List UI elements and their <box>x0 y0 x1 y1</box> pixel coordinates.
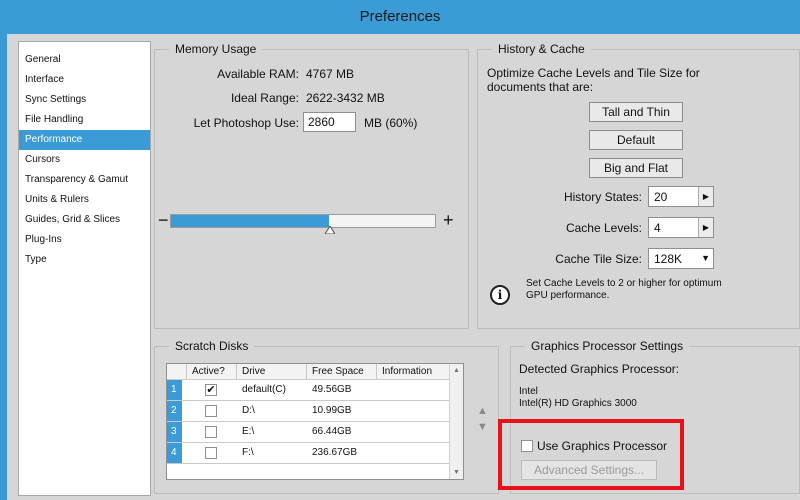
memory-slider-track[interactable] <box>170 214 436 228</box>
memory-increase-button[interactable]: + <box>443 211 454 229</box>
graphics-processor-legend: Graphics Processor Settings <box>525 339 690 354</box>
scratch-disks-group: Scratch Disks Active? Drive Free Space I… <box>154 339 499 494</box>
cache-tile-size-value: 128K <box>654 252 683 266</box>
table-scrollbar[interactable]: ▲ ▼ <box>449 364 463 479</box>
cache-tile-size-select[interactable]: 128K ▼ <box>648 248 714 269</box>
free-space: 236.67GB <box>312 447 358 458</box>
scratch-disks-table: Active? Drive Free Space Information 1 ✔… <box>166 363 464 480</box>
nav-item-sync-settings[interactable]: Sync Settings <box>19 90 150 110</box>
default-button[interactable]: Default <box>589 130 683 150</box>
cache-levels-stepper[interactable]: 4 ▶ <box>648 217 714 238</box>
history-cache-group: History & Cache Optimize Cache Levels an… <box>477 42 800 329</box>
table-header-index <box>167 364 187 380</box>
window-title: Preferences <box>359 8 441 25</box>
memory-usage-group: Memory Usage Available RAM: 4767 MB Idea… <box>154 42 469 329</box>
gpu-model: Intel(R) HD Graphics 3000 <box>519 398 637 409</box>
let-photoshop-use-input[interactable]: 2860 <box>303 112 356 132</box>
tall-and-thin-button[interactable]: Tall and Thin <box>589 102 683 122</box>
table-row[interactable]: 3 E:\ 66.44GB <box>167 422 450 443</box>
drive-name: default(C) <box>242 384 286 395</box>
drive-name: E:\ <box>242 426 255 437</box>
preferences-nav: General Interface Sync Settings File Han… <box>18 41 151 496</box>
chevron-down-icon: ▼ <box>701 253 710 263</box>
gpu-cache-note: Set Cache Levels to 2 or higher for opti… <box>526 278 722 301</box>
free-space: 66.44GB <box>312 426 352 437</box>
highlight-annotation <box>498 419 684 490</box>
scroll-down-icon[interactable]: ▼ <box>450 469 463 476</box>
big-and-flat-button[interactable]: Big and Flat <box>589 158 683 178</box>
table-header-information[interactable]: Information <box>377 364 450 380</box>
nav-item-guides-grid-slices[interactable]: Guides, Grid & Slices <box>19 210 150 230</box>
row-number: 4 <box>167 443 182 463</box>
drive-name: D:\ <box>242 405 255 416</box>
history-states-value: 20 <box>654 190 668 204</box>
active-checkbox[interactable] <box>205 447 217 459</box>
active-checkbox[interactable] <box>205 405 217 417</box>
stepper-arrow-icon[interactable]: ▶ <box>698 218 713 237</box>
table-row[interactable]: 1 ✔ default(C) 49.56GB <box>167 380 450 401</box>
memory-usage-legend: Memory Usage <box>169 42 263 57</box>
stepper-arrow-icon[interactable]: ▶ <box>698 187 713 206</box>
let-photoshop-use-label: Let Photoshop Use: <box>193 116 299 130</box>
free-space: 10.99GB <box>312 405 352 416</box>
table-row[interactable]: 2 D:\ 10.99GB <box>167 401 450 422</box>
info-icon: i <box>490 285 510 305</box>
cache-optimize-description: Optimize Cache Levels and Tile Size for … <box>487 66 700 94</box>
nav-item-transparency-gamut[interactable]: Transparency & Gamut <box>19 170 150 190</box>
active-checkbox[interactable] <box>205 426 217 438</box>
table-header-active[interactable]: Active? <box>187 364 237 380</box>
row-number: 3 <box>167 422 182 442</box>
nav-item-general[interactable]: General <box>19 50 150 70</box>
cache-tile-size-label: Cache Tile Size: <box>555 252 642 266</box>
drive-name: F:\ <box>242 447 254 458</box>
table-header-drive[interactable]: Drive <box>237 364 307 380</box>
row-number: 1 <box>167 380 182 400</box>
move-up-icon[interactable]: ▲ <box>477 405 488 417</box>
row-number: 2 <box>167 401 182 421</box>
nav-item-plug-ins[interactable]: Plug-Ins <box>19 230 150 250</box>
nav-item-performance[interactable]: Performance <box>19 130 150 150</box>
move-down-icon[interactable]: ▼ <box>477 421 488 433</box>
table-row[interactable]: 4 F:\ 236.67GB <box>167 443 450 464</box>
active-checkbox[interactable]: ✔ <box>205 384 217 396</box>
detected-gpu-label: Detected Graphics Processor: <box>519 362 680 376</box>
cache-levels-value: 4 <box>654 221 661 235</box>
nav-item-type[interactable]: Type <box>19 250 150 270</box>
let-photoshop-use-percent: MB (60%) <box>364 116 418 130</box>
table-header-free-space[interactable]: Free Space <box>307 364 377 380</box>
history-states-label: History States: <box>563 190 642 204</box>
available-ram-value: 4767 MB <box>306 67 355 81</box>
cache-levels-label: Cache Levels: <box>565 221 642 235</box>
ideal-range-value: 2622-3432 MB <box>306 91 385 105</box>
nav-item-cursors[interactable]: Cursors <box>19 150 150 170</box>
memory-slider-fill <box>171 215 330 227</box>
memory-decrease-button[interactable]: − <box>158 211 169 229</box>
nav-item-file-handling[interactable]: File Handling <box>19 110 150 130</box>
nav-item-units-rulers[interactable]: Units & Rulers <box>19 190 150 210</box>
history-states-stepper[interactable]: 20 ▶ <box>648 186 714 207</box>
available-ram-label: Available RAM: <box>217 67 299 81</box>
nav-item-interface[interactable]: Interface <box>19 70 150 90</box>
free-space: 49.56GB <box>312 384 352 395</box>
ideal-range-label: Ideal Range: <box>230 91 299 105</box>
gpu-vendor: Intel <box>519 386 538 397</box>
scratch-disks-legend: Scratch Disks <box>169 339 255 354</box>
title-bar: Preferences <box>0 0 800 34</box>
memory-slider-thumb[interactable] <box>324 226 335 234</box>
history-cache-legend: History & Cache <box>492 42 591 57</box>
scroll-up-icon[interactable]: ▲ <box>450 367 463 374</box>
